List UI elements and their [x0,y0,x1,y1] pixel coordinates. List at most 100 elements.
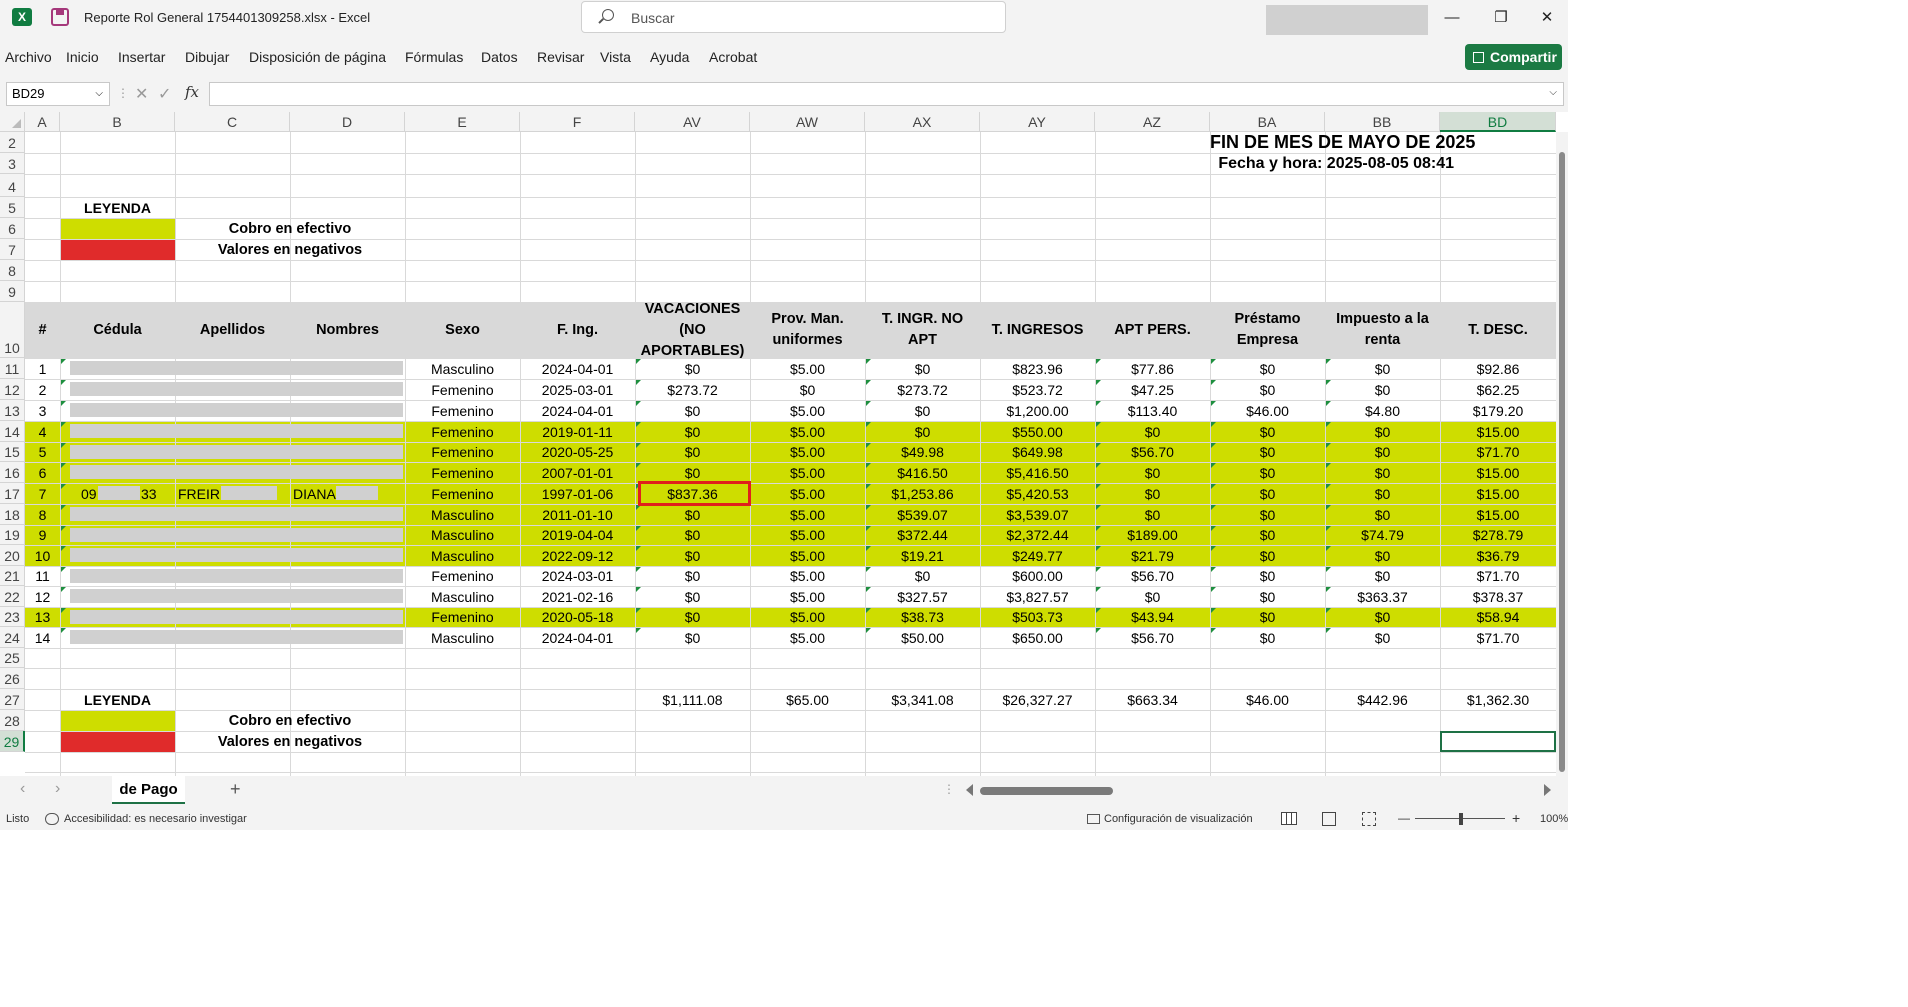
maximize-button[interactable]: ❐ [1486,6,1516,30]
formula-input[interactable]: ⌵ [209,82,1564,106]
menu-disposicion[interactable]: Disposición de página [249,49,386,65]
total-impuesto[interactable]: $442.96 [1325,692,1440,709]
value-tdesc[interactable]: $179.20 [1440,403,1556,420]
value-tingresos[interactable]: $503.73 [980,609,1095,626]
tab-prev-icon[interactable]: ‹ [20,780,25,798]
value-prov[interactable]: $5.00 [750,424,865,441]
column-header-az[interactable]: AZ [1095,112,1210,132]
value-tdesc[interactable]: $36.79 [1440,548,1556,565]
add-sheet-button[interactable]: + [230,779,241,800]
value-vac[interactable]: $0 [635,444,750,461]
column-header-bd[interactable]: BD [1440,112,1556,132]
total-prov[interactable]: $65.00 [750,692,865,709]
row-header-21[interactable]: 21 [0,566,25,586]
tab-splitter-icon[interactable]: ⋮ [943,782,955,796]
value-prestamo[interactable]: $0 [1210,507,1325,524]
value-impuesto[interactable]: $0 [1325,486,1440,503]
value-apt[interactable]: $0 [1095,507,1210,524]
menu-insertar[interactable]: Insertar [118,49,165,65]
value-vac[interactable]: $273.72 [635,382,750,399]
row-header-24[interactable]: 24 [0,627,25,648]
value-apt[interactable]: $43.94 [1095,609,1210,626]
value-impuesto[interactable]: $0 [1325,382,1440,399]
value-tingresos[interactable]: $249.77 [980,548,1095,565]
value-prestamo[interactable]: $0 [1210,382,1325,399]
menu-ayuda[interactable]: Ayuda [650,49,689,65]
value-tingr-no-apt[interactable]: $327.57 [865,589,980,606]
row-header-9[interactable]: 9 [0,281,25,302]
save-icon[interactable] [51,8,69,26]
value-vac[interactable]: $0 [635,609,750,626]
column-header-ba[interactable]: BA [1210,112,1325,132]
value-tdesc[interactable]: $15.00 [1440,507,1556,524]
row-header-13[interactable]: 13 [0,400,25,421]
row-header-4[interactable]: 4 [0,174,25,197]
value-vac[interactable]: $0 [635,465,750,482]
row-header-15[interactable]: 15 [0,442,25,462]
value-tingresos[interactable]: $5,420.53 [980,486,1095,503]
value-prov[interactable]: $5.00 [750,609,865,626]
row-header-28[interactable]: 28 [0,710,25,731]
account-area[interactable] [1266,5,1428,35]
status-display-settings[interactable]: Configuración de visualización [1104,813,1253,825]
value-impuesto[interactable]: $0 [1325,568,1440,585]
value-tdesc[interactable]: $378.37 [1440,589,1556,606]
sheet-tab-active[interactable]: de Pago [112,776,185,804]
zoom-in-button[interactable]: + [1512,810,1520,826]
value-prov[interactable]: $5.00 [750,589,865,606]
value-apt[interactable]: $0 [1095,486,1210,503]
value-vac[interactable]: $0 [635,507,750,524]
value-tingr-no-apt[interactable]: $273.72 [865,382,980,399]
value-tdesc[interactable]: $15.00 [1440,465,1556,482]
value-vac[interactable]: $0 [635,361,750,378]
column-header-b[interactable]: B [60,112,175,132]
row-header-2[interactable]: 2 [0,132,25,153]
value-tingr-no-apt[interactable]: $539.07 [865,507,980,524]
row-header-10[interactable]: 10 [0,302,25,358]
value-prov[interactable]: $5.00 [750,507,865,524]
menu-formulas[interactable]: Fórmulas [405,49,463,65]
row-header-12[interactable]: 12 [0,379,25,400]
total-vac[interactable]: $1,111.08 [635,692,750,709]
value-impuesto[interactable]: $0 [1325,548,1440,565]
value-prov[interactable]: $5.00 [750,630,865,647]
value-apt[interactable]: $189.00 [1095,527,1210,544]
row-header-3[interactable]: 3 [0,153,25,174]
column-header-aw[interactable]: AW [750,112,865,132]
row-header-7[interactable]: 7 [0,239,25,260]
value-tingresos[interactable]: $1,200.00 [980,403,1095,420]
value-tingr-no-apt[interactable]: $19.21 [865,548,980,565]
vertical-scrollbar[interactable] [1556,132,1568,776]
total-apt[interactable]: $663.34 [1095,692,1210,709]
value-prov[interactable]: $5.00 [750,403,865,420]
value-tdesc[interactable]: $58.94 [1440,609,1556,626]
value-tingr-no-apt[interactable]: $0 [865,403,980,420]
row-header-11[interactable]: 11 [0,358,25,379]
column-header-a[interactable]: A [25,112,60,132]
value-tingr-no-apt[interactable]: $50.00 [865,630,980,647]
value-tingr-no-apt[interactable]: $0 [865,361,980,378]
value-prestamo[interactable]: $0 [1210,465,1325,482]
column-header-ay[interactable]: AY [980,112,1095,132]
value-prov[interactable]: $5.00 [750,568,865,585]
value-tingr-no-apt[interactable]: $416.50 [865,465,980,482]
insert-function-icon[interactable]: fx [185,83,199,101]
value-tingresos[interactable]: $600.00 [980,568,1095,585]
value-tingresos[interactable]: $523.72 [980,382,1095,399]
value-tingresos[interactable]: $823.96 [980,361,1095,378]
value-prestamo[interactable]: $0 [1210,361,1325,378]
value-impuesto[interactable]: $0 [1325,507,1440,524]
scroll-left-icon[interactable] [966,784,973,796]
total-tingr-no-apt[interactable]: $3,341.08 [865,692,980,709]
value-tingresos[interactable]: $3,539.07 [980,507,1095,524]
normal-view-icon[interactable] [1281,812,1297,825]
horizontal-scrollbar[interactable] [980,787,1113,795]
page-break-icon[interactable] [1362,812,1376,826]
scroll-right-icon[interactable] [1544,784,1551,796]
value-tingresos[interactable]: $550.00 [980,424,1095,441]
row-header-8[interactable]: 8 [0,260,25,281]
value-apt[interactable]: $77.86 [1095,361,1210,378]
value-prov[interactable]: $5.00 [750,465,865,482]
value-impuesto[interactable]: $0 [1325,361,1440,378]
value-apt[interactable]: $56.70 [1095,568,1210,585]
